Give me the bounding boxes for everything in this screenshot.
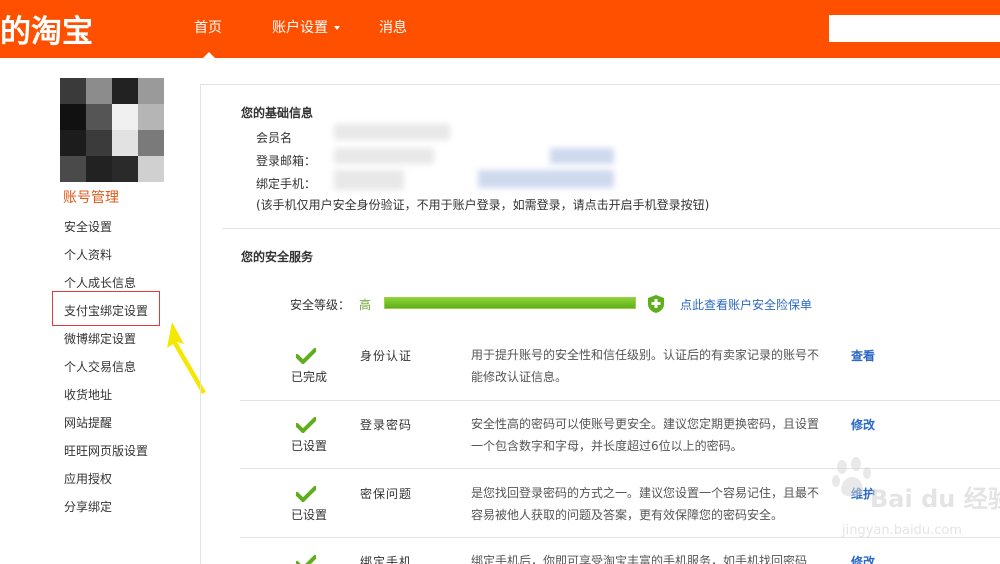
login-password-name: 登录密码 bbox=[360, 418, 413, 432]
phone-note: (该手机仅用户安全身份验证，不用于账户登录，如需登录，请点击开启手机登录按钮) bbox=[256, 198, 710, 212]
insurance-policy-link[interactable]: 点此查看账户安全险保单 bbox=[680, 296, 812, 313]
paw-icon bbox=[832, 457, 871, 497]
baidu-jingyan-watermark: Bai du 经验 jingyan.baidu.com bbox=[828, 455, 1000, 545]
divider bbox=[222, 228, 1000, 229]
shield-icon bbox=[648, 295, 664, 313]
avatar[interactable] bbox=[60, 78, 164, 182]
sidebar-item-trade-info[interactable]: 个人交易信息 bbox=[64, 358, 136, 375]
login-email-value bbox=[334, 148, 434, 164]
view-identity-button[interactable]: 查看 bbox=[851, 347, 875, 364]
check-icon bbox=[296, 417, 316, 433]
chevron-down-icon bbox=[334, 26, 340, 30]
password-status: 已设置 bbox=[291, 439, 328, 453]
highlight-box bbox=[52, 291, 160, 326]
sidebar-item-profile[interactable]: 个人资料 bbox=[64, 246, 112, 263]
sidebar-item-share-binding[interactable]: 分享绑定 bbox=[64, 498, 112, 515]
security-question-status: 已设置 bbox=[291, 508, 328, 522]
search-input[interactable] bbox=[829, 15, 1000, 42]
sidebar-item-shipping-address[interactable]: 收货地址 bbox=[64, 386, 112, 403]
sidebar-item-security-settings[interactable]: 安全设置 bbox=[64, 218, 112, 235]
watermark-url: jingyan.baidu.com bbox=[842, 523, 962, 538]
identity-status: 已完成 bbox=[291, 370, 328, 384]
nav-messages[interactable]: 消息 bbox=[379, 0, 407, 58]
nav-account-settings[interactable]: 账户设置 bbox=[272, 0, 340, 58]
security-level-bar bbox=[384, 297, 636, 309]
security-question-name: 密保问题 bbox=[360, 487, 413, 501]
security-level-value: 高 bbox=[359, 298, 372, 312]
sidebar-item-app-authorization[interactable]: 应用授权 bbox=[64, 470, 112, 487]
top-navigation-bar: 的淘宝 首页 账户设置 消息 bbox=[0, 0, 1000, 58]
check-icon bbox=[296, 486, 316, 502]
login-email-label: 登录邮箱： bbox=[256, 154, 317, 168]
basic-info-title: 您的基础信息 bbox=[241, 106, 314, 120]
nav-home[interactable]: 首页 bbox=[194, 0, 222, 58]
login-password-desc: 安全性高的密码可以使账号更安全。建议您定期更换密码，且设置一个包含数字和字母，并… bbox=[471, 417, 820, 453]
modify-password-button[interactable]: 修改 bbox=[851, 416, 875, 433]
sidebar-item-wangwang-web[interactable]: 旺旺网页版设置 bbox=[64, 442, 148, 459]
sidebar-item-growth-info[interactable]: 个人成长信息 bbox=[64, 274, 136, 291]
bind-phone-desc: 绑定手机后，你即可享受淘宝丰富的手机服务，如手机找回密码 bbox=[471, 554, 808, 564]
member-name-value bbox=[334, 124, 450, 140]
taobao-logo[interactable]: 的淘宝 bbox=[0, 6, 93, 51]
member-name-label: 会员名 bbox=[256, 131, 293, 145]
bound-phone-value bbox=[334, 170, 404, 190]
active-nav-indicator bbox=[203, 52, 215, 58]
phone-login-link[interactable] bbox=[478, 170, 614, 188]
divider bbox=[240, 400, 1000, 401]
check-icon bbox=[296, 348, 316, 364]
bind-phone-name: 绑定手机 bbox=[360, 555, 413, 564]
sidebar-item-weibo-binding[interactable]: 微博绑定设置 bbox=[64, 330, 136, 347]
identity-verification-desc: 用于提升账号的安全性和信任级别。认证后的有卖家记录的账号不能修改认证信息。 bbox=[471, 348, 820, 384]
security-level-fill bbox=[385, 298, 635, 308]
security-level-label: 安全等级： bbox=[290, 298, 351, 312]
security-services-title: 您的安全服务 bbox=[241, 250, 314, 264]
sidebar-title: 账号管理 bbox=[63, 190, 119, 206]
bound-phone-label: 绑定手机： bbox=[256, 177, 317, 191]
email-action-link[interactable] bbox=[550, 148, 614, 164]
identity-verification-name: 身份认证 bbox=[360, 349, 413, 363]
watermark-text: Bai du 经验 bbox=[870, 485, 1000, 513]
nav-account-settings-label: 账户设置 bbox=[272, 20, 328, 36]
security-question-desc: 是您找回登录密码的方式之一。建议您设置一个容易记住，且最不容易被他人获取的问题及… bbox=[471, 486, 820, 522]
sidebar-item-site-reminders[interactable]: 网站提醒 bbox=[64, 414, 112, 431]
check-icon bbox=[296, 555, 316, 564]
modify-phone-button[interactable]: 修改 bbox=[851, 553, 875, 564]
